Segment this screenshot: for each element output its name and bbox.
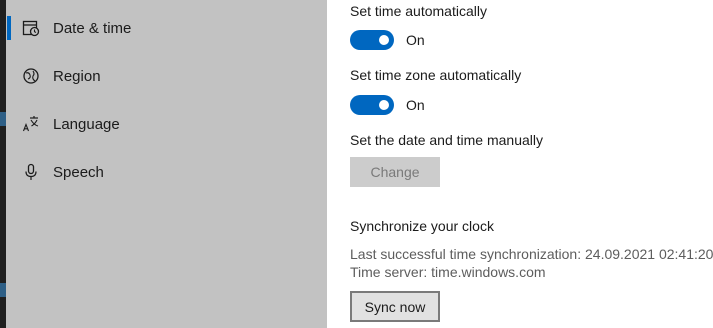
sidebar-item-date-time[interactable]: Date & time xyxy=(12,8,312,48)
toggle-state-label: On xyxy=(406,32,425,48)
sidebar-item-language[interactable]: Language xyxy=(12,104,312,144)
auto-time-toggle[interactable]: On xyxy=(350,30,425,50)
content-pane: Set time automatically On Set time zone … xyxy=(327,0,713,328)
toggle-state-label: On xyxy=(406,97,425,113)
auto-timezone-label: Set time zone automatically xyxy=(350,67,522,83)
manual-time-label: Set the date and time manually xyxy=(350,132,544,148)
background-window-edge xyxy=(0,0,6,328)
sync-now-button[interactable]: Sync now xyxy=(350,291,440,322)
sidebar: Date & time Region Language Speech xyxy=(0,0,327,328)
globe-icon xyxy=(20,65,42,87)
sidebar-item-label: Speech xyxy=(53,163,104,181)
sidebar-item-speech[interactable]: Speech xyxy=(12,152,312,192)
change-button[interactable]: Change xyxy=(350,157,440,187)
sidebar-item-label: Region xyxy=(53,67,101,85)
settings-window: Date & time Region Language Speech Set t… xyxy=(0,0,713,328)
auto-time-label: Set time automatically xyxy=(350,3,487,19)
time-server-text: Time server: time.windows.com xyxy=(350,264,546,280)
selected-indicator xyxy=(7,16,11,40)
toggle-switch[interactable] xyxy=(350,95,394,115)
background-window-fragment xyxy=(0,283,6,297)
calendar-clock-icon xyxy=(20,17,42,39)
last-sync-text: Last successful time synchronization: 24… xyxy=(350,246,713,262)
language-icon xyxy=(20,113,42,135)
microphone-icon xyxy=(20,161,42,183)
background-window-fragment xyxy=(0,112,6,126)
sidebar-item-label: Language xyxy=(53,115,120,133)
sidebar-item-label: Date & time xyxy=(53,19,132,37)
sync-heading: Synchronize your clock xyxy=(350,218,494,234)
sidebar-item-region[interactable]: Region xyxy=(12,56,312,96)
toggle-knob xyxy=(379,35,389,45)
toggle-switch[interactable] xyxy=(350,30,394,50)
toggle-knob xyxy=(379,100,389,110)
auto-timezone-toggle[interactable]: On xyxy=(350,95,425,115)
